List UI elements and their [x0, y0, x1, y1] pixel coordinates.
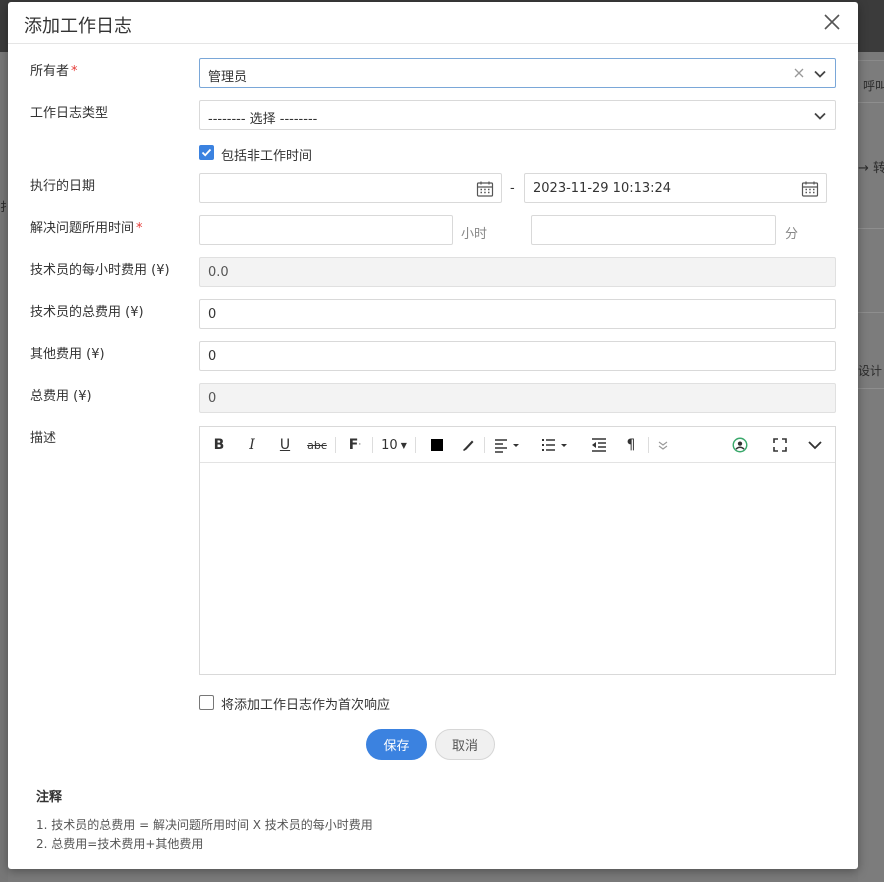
editor-toolbar: B I U abc F · 10 ▼ ¶ [200, 427, 835, 463]
save-button[interactable]: 保存 [366, 729, 427, 760]
toolbar-divider [484, 437, 485, 453]
include-nonwork-checkbox[interactable] [199, 145, 214, 160]
log-type-label: 工作日志类型 [30, 106, 109, 121]
description-editor: B I U abc F · 10 ▼ ¶ [199, 426, 836, 675]
dialog-header: 添加工作日志 [8, 2, 858, 44]
chevron-down-icon[interactable] [813, 67, 827, 81]
font-size-value: 10 [381, 437, 398, 453]
exec-date-label: 执行的日期 [30, 179, 96, 194]
editor-content-area[interactable] [200, 463, 835, 674]
log-type-select[interactable]: -------- 选择 -------- [199, 100, 836, 130]
calendar-icon[interactable] [476, 180, 494, 198]
exec-date-end-value: 2023-11-29 10:13:24 [533, 181, 672, 196]
paragraph-icon[interactable]: ¶ [622, 436, 640, 454]
toolbar-divider [415, 437, 416, 453]
font-size-select[interactable]: 10 ▼ [380, 436, 408, 454]
minutes-input[interactable] [531, 215, 776, 245]
background-text: 设计 [858, 364, 883, 378]
background-divider [858, 228, 884, 229]
background-text: → 转 [858, 161, 884, 176]
align-icon[interactable] [493, 436, 523, 454]
font-family-icon[interactable]: F · [345, 436, 365, 454]
calendar-icon[interactable] [801, 180, 819, 198]
background-divider [858, 312, 884, 313]
first-response-checkbox[interactable] [199, 695, 214, 710]
note-item: 2. 总费用=技术费用+其他费用 [36, 837, 204, 851]
italic-icon[interactable]: I [243, 436, 261, 454]
fullscreen-icon[interactable] [772, 436, 788, 454]
total-cost-value: 0 [208, 391, 217, 406]
background-divider [858, 388, 884, 389]
description-label: 描述 [30, 431, 57, 446]
background-right-panel [858, 60, 884, 882]
bold-icon[interactable]: B [210, 436, 228, 454]
other-cost-input[interactable]: 0 [199, 341, 836, 371]
close-icon[interactable] [822, 12, 842, 32]
tech-total-cost-label: 技术员的总费用 (¥) [30, 305, 144, 320]
background-left-strip [0, 60, 8, 882]
exec-date-end-input[interactable]: 2023-11-29 10:13:24 [524, 173, 827, 203]
outdent-icon[interactable] [590, 436, 608, 454]
chevron-down-icon[interactable] [807, 436, 823, 454]
add-worklog-dialog: 添加工作日志 所有者 * 管理员 工作日志类型 -------- 选择 -----… [8, 2, 858, 869]
hourly-cost-label: 技术员的每小时费用 (¥) [30, 263, 170, 278]
user-mention-icon[interactable] [730, 436, 750, 454]
owner-select[interactable]: 管理员 [199, 58, 836, 88]
strikethrough-icon[interactable]: abc [307, 436, 327, 454]
time-spent-label: 解决问题所用时间 * [30, 221, 143, 236]
text-color-icon[interactable] [428, 436, 446, 454]
hourly-cost-field: 0.0 [199, 257, 836, 287]
total-cost-label: 总费用 (¥) [30, 389, 92, 404]
log-type-value: -------- 选择 -------- [208, 112, 318, 127]
highlight-icon[interactable] [459, 436, 477, 454]
note-item: 1. 技术员的总费用 = 解决问题所用时间 X 技术员的每小时费用 [36, 818, 373, 832]
toolbar-divider [372, 437, 373, 453]
toolbar-divider [648, 437, 649, 453]
chevron-down-icon[interactable] [813, 109, 827, 123]
cancel-button[interactable]: 取消 [435, 729, 495, 760]
date-separator: - [510, 181, 515, 196]
owner-value: 管理员 [208, 70, 248, 85]
dialog-title: 添加工作日志 [24, 16, 132, 37]
caret-down-icon: ▼ [400, 440, 407, 450]
clear-icon[interactable] [793, 67, 805, 79]
other-cost-value: 0 [208, 349, 217, 364]
minutes-unit: 分 [785, 227, 799, 242]
list-icon[interactable] [540, 436, 570, 454]
notes-title: 注释 [36, 790, 63, 805]
tech-total-cost-value: 0 [208, 307, 217, 322]
owner-label: 所有者 * [30, 64, 78, 79]
more-icon[interactable] [656, 436, 670, 454]
background-text: 呼叫 [863, 79, 884, 93]
checkmark-icon [201, 148, 212, 157]
hours-unit: 小时 [461, 227, 488, 242]
first-response-label: 将添加工作日志作为首次响应 [221, 698, 391, 713]
hourly-cost-value: 0.0 [208, 265, 229, 280]
total-cost-field: 0 [199, 383, 836, 413]
tech-total-cost-input[interactable]: 0 [199, 299, 836, 329]
other-cost-label: 其他费用 (¥) [30, 347, 105, 362]
hours-input[interactable] [199, 215, 453, 245]
exec-date-start-input[interactable] [199, 173, 502, 203]
toolbar-divider [335, 437, 336, 453]
include-nonwork-label: 包括非工作时间 [221, 149, 313, 164]
underline-icon[interactable]: U [276, 436, 294, 454]
background-divider [858, 102, 884, 103]
